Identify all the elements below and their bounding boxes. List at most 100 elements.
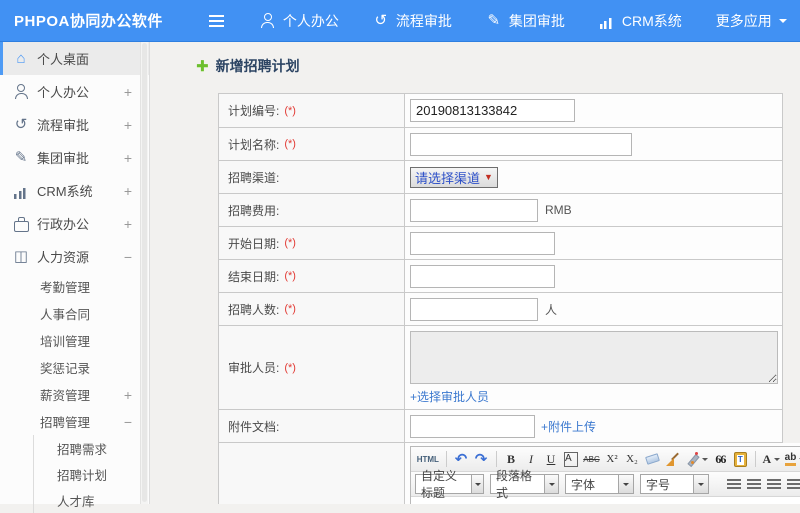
- plan-name-input[interactable]: [410, 133, 632, 156]
- sidebar-item-15[interactable]: 人才库: [33, 487, 149, 513]
- sidebar-item-11[interactable]: 薪资管理+: [0, 381, 149, 408]
- sidebar-item-9[interactable]: 培训管理: [0, 327, 149, 354]
- nav-item-label: 个人办公: [283, 11, 339, 31]
- select-arrow-icon[interactable]: [693, 475, 708, 493]
- sidebar-item-label: 集团审批: [37, 148, 89, 167]
- underline-button[interactable]: U: [542, 450, 561, 469]
- font-family-select[interactable]: 字体: [565, 474, 634, 494]
- approvers-textarea[interactable]: [410, 331, 778, 384]
- field-label: 附件文档:: [228, 418, 279, 435]
- select-arrow-icon[interactable]: [544, 475, 558, 493]
- sidebar-item-2[interactable]: ↺ 流程审批 +: [0, 108, 149, 141]
- paste-text-button[interactable]: [731, 450, 750, 469]
- font-size-select[interactable]: 字号: [640, 474, 709, 494]
- end-date-input[interactable]: [410, 265, 555, 288]
- hamburger-menu-icon[interactable]: [209, 15, 224, 17]
- chevron-down-icon: [779, 19, 787, 27]
- field-label-cell: 招聘渠道:: [219, 161, 405, 193]
- strikethrough-button[interactable]: ABC: [582, 450, 602, 469]
- expand-toggle-icon[interactable]: +: [124, 117, 132, 133]
- sidebar-item-label: 奖惩记录: [40, 358, 90, 377]
- expand-toggle-icon[interactable]: +: [124, 84, 132, 100]
- font-color-button[interactable]: A: [761, 450, 782, 469]
- field-value-cell: RMB: [405, 194, 782, 226]
- select-arrow-icon[interactable]: [618, 475, 633, 493]
- sidebar-item-14[interactable]: 招聘计划: [33, 461, 149, 487]
- select-arrow-icon[interactable]: [471, 475, 483, 493]
- highlight-color-button[interactable]: ab: [783, 450, 800, 469]
- cost-input[interactable]: [410, 199, 538, 222]
- align-right-button[interactable]: [764, 475, 783, 494]
- html-source-button[interactable]: HTML: [415, 450, 441, 469]
- custom-title-select[interactable]: 自定义标题: [415, 474, 484, 494]
- bold-button[interactable]: B: [502, 450, 521, 469]
- edit-icon: ✎: [13, 150, 29, 166]
- expand-toggle-icon[interactable]: +: [124, 387, 132, 403]
- field-value-cell: HTML↶↷BIUAABCX²X₂66Aab自定义标题段落格式字体字号∞∞: [405, 443, 800, 504]
- plan-number-input[interactable]: [410, 99, 575, 122]
- superscript-button-glyph: X²: [606, 453, 617, 465]
- nav-item-2[interactable]: ✎集团审批: [486, 11, 565, 31]
- sidebar-item-4[interactable]: CRM系统+: [0, 174, 149, 207]
- justify-button[interactable]: [784, 475, 800, 494]
- paragraph-format-select[interactable]: 段落格式: [490, 474, 559, 494]
- sidebar-item-0[interactable]: ⌂个人桌面: [0, 42, 149, 75]
- char-border-button[interactable]: A: [562, 450, 581, 469]
- sidebar-item-5[interactable]: 行政办公+: [0, 207, 149, 240]
- sidebar-item-1[interactable]: 个人办公+: [0, 75, 149, 108]
- attachment-input[interactable]: [410, 415, 535, 438]
- sidebar-scrollbar[interactable]: [140, 42, 148, 504]
- field-value-cell: 请选择渠道▼: [405, 161, 782, 193]
- superscript-button[interactable]: X²: [603, 450, 622, 469]
- format-brush-button[interactable]: [663, 450, 682, 469]
- sidebar-item-10[interactable]: 奖惩记录: [0, 354, 149, 381]
- sidebar: ⌂个人桌面个人办公+↺流程审批+✎集团审批+CRM系统+行政办公+◫人力资源−考…: [0, 42, 150, 504]
- form-row-plan-number: 计划编号:(*): [219, 94, 782, 127]
- app-logo: PHPOA协同办公软件: [14, 10, 163, 31]
- custom-title-select-value: 自定义标题: [416, 467, 471, 501]
- nav-item-0[interactable]: 个人办公: [260, 11, 339, 31]
- nav-item-3[interactable]: CRM系统: [599, 11, 682, 31]
- case-icon: [13, 217, 29, 233]
- italic-button[interactable]: I: [522, 450, 541, 469]
- start-date-input[interactable]: [410, 232, 555, 255]
- undo-button[interactable]: ↶: [452, 450, 471, 469]
- toolbar-divider: [755, 451, 756, 467]
- sidebar-item-12[interactable]: 招聘管理−: [0, 408, 149, 435]
- form-row-start-date: 开始日期:(*): [219, 226, 782, 259]
- toolbar-divider: [446, 451, 447, 467]
- blockquote-button[interactable]: 66: [711, 450, 730, 469]
- subscript-button[interactable]: X₂: [623, 450, 642, 469]
- sidebar-item-8[interactable]: 人事合同: [0, 300, 149, 327]
- expand-toggle-icon[interactable]: −: [124, 414, 132, 430]
- align-left-button-shape: [727, 479, 741, 490]
- sidebar-item-3[interactable]: ✎ 集团审批 +: [0, 141, 149, 174]
- form-row-headcount: 招聘人数:(*)人: [219, 292, 782, 325]
- nav-item-1[interactable]: ↺流程审批: [373, 11, 452, 31]
- expand-toggle-icon[interactable]: +: [124, 183, 132, 199]
- nav-item-4[interactable]: 更多应用: [716, 11, 787, 31]
- align-left-button[interactable]: [724, 475, 743, 494]
- channel-select[interactable]: 请选择渠道▼: [410, 167, 498, 188]
- home-icon: ⌂: [13, 51, 29, 67]
- select-arrow-icon: ▼: [484, 172, 493, 182]
- sidebar-item-label: 流程审批: [37, 115, 89, 134]
- align-center-button[interactable]: [744, 475, 763, 494]
- italic-button-glyph: I: [529, 452, 533, 467]
- sidebar-item-13[interactable]: 招聘需求: [33, 435, 149, 461]
- sidebar-item-7[interactable]: 考勤管理: [0, 273, 149, 300]
- expand-toggle-icon[interactable]: +: [124, 216, 132, 232]
- sidebar-item-6[interactable]: ◫人力资源−: [0, 240, 149, 273]
- form-row-approvers: 审批人员:(*)+选择审批人员: [219, 325, 782, 409]
- select-approvers-link[interactable]: +选择审批人员: [410, 388, 778, 405]
- expand-toggle-icon[interactable]: −: [124, 249, 132, 265]
- sidebar-items: ⌂个人桌面个人办公+↺流程审批+✎集团审批+CRM系统+行政办公+◫人力资源−考…: [0, 42, 149, 513]
- headcount-input[interactable]: [410, 298, 538, 321]
- flow-icon: ↺: [13, 117, 29, 133]
- attachment-upload-link[interactable]: +附件上传: [541, 418, 596, 435]
- eraser-button[interactable]: [643, 450, 662, 469]
- redo-button[interactable]: ↷: [472, 450, 491, 469]
- add-plus-icon: ✚: [196, 57, 209, 75]
- auto-typeset-button[interactable]: [683, 450, 710, 469]
- expand-toggle-icon[interactable]: +: [124, 150, 132, 166]
